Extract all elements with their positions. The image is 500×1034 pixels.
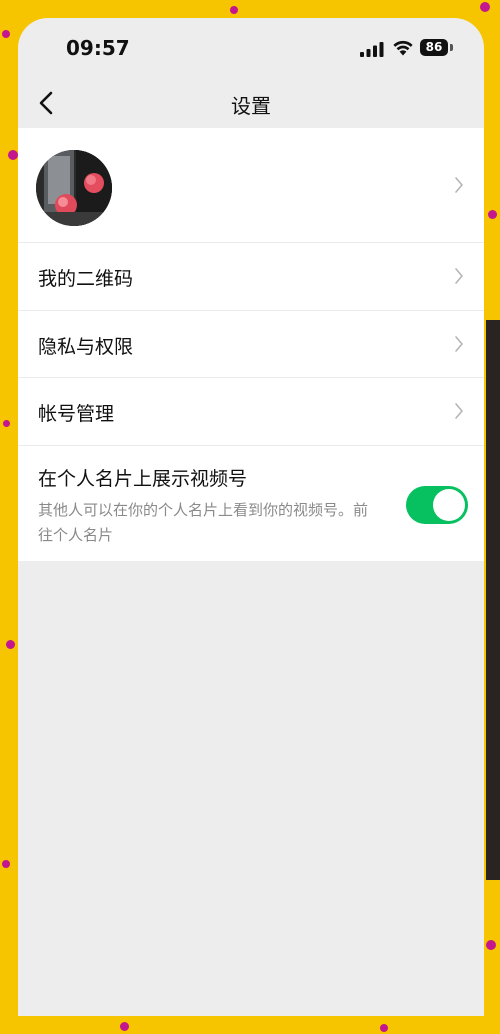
channel-card-setting: 在个人名片上展示视频号 其他人可以在你的个人名片上看到你的视频号。前往个人名片 bbox=[18, 446, 484, 561]
wifi-icon bbox=[393, 40, 413, 56]
menu-item-account[interactable]: 帐号管理 bbox=[18, 378, 484, 446]
menu-item-qr-code[interactable]: 我的二维码 bbox=[18, 243, 484, 311]
navigation-bar: 设置 bbox=[18, 78, 484, 128]
toggle-knob bbox=[433, 489, 465, 521]
battery-indicator: 86 bbox=[420, 39, 448, 56]
menu-item-privacy[interactable]: 隐私与权限 bbox=[18, 311, 484, 378]
menu-item-label: 隐私与权限 bbox=[38, 336, 134, 358]
status-time: 09:57 bbox=[66, 36, 130, 60]
chevron-right-icon bbox=[455, 268, 463, 284]
profile-row[interactable] bbox=[18, 128, 484, 243]
avatar-image bbox=[36, 150, 112, 226]
channel-card-description: 其他人可以在你的个人名片上看到你的视频号。前往个人名片 bbox=[38, 501, 369, 544]
chevron-right-icon bbox=[455, 403, 463, 419]
channel-card-label: 在个人名片上展示视频号 bbox=[38, 468, 248, 490]
status-bar: 09:57 86 bbox=[18, 18, 484, 78]
chevron-right-icon bbox=[455, 336, 463, 352]
phone-screen: 09:57 86 设置 我的二维码 隐私与权限 帐号管理 在个人名片上展示视频号… bbox=[18, 18, 484, 1016]
settings-list: 我的二维码 隐私与权限 帐号管理 在个人名片上展示视频号 其他人可以在你的个人名… bbox=[18, 128, 484, 561]
menu-item-label: 帐号管理 bbox=[38, 403, 115, 425]
chevron-right-icon bbox=[455, 177, 463, 193]
menu-item-label: 我的二维码 bbox=[38, 268, 134, 290]
page-title: 设置 bbox=[231, 94, 271, 118]
battery-cap bbox=[450, 44, 453, 51]
channel-card-toggle[interactable] bbox=[406, 486, 468, 524]
profile-avatar[interactable] bbox=[36, 150, 112, 226]
cellular-signal-icon bbox=[360, 42, 384, 57]
